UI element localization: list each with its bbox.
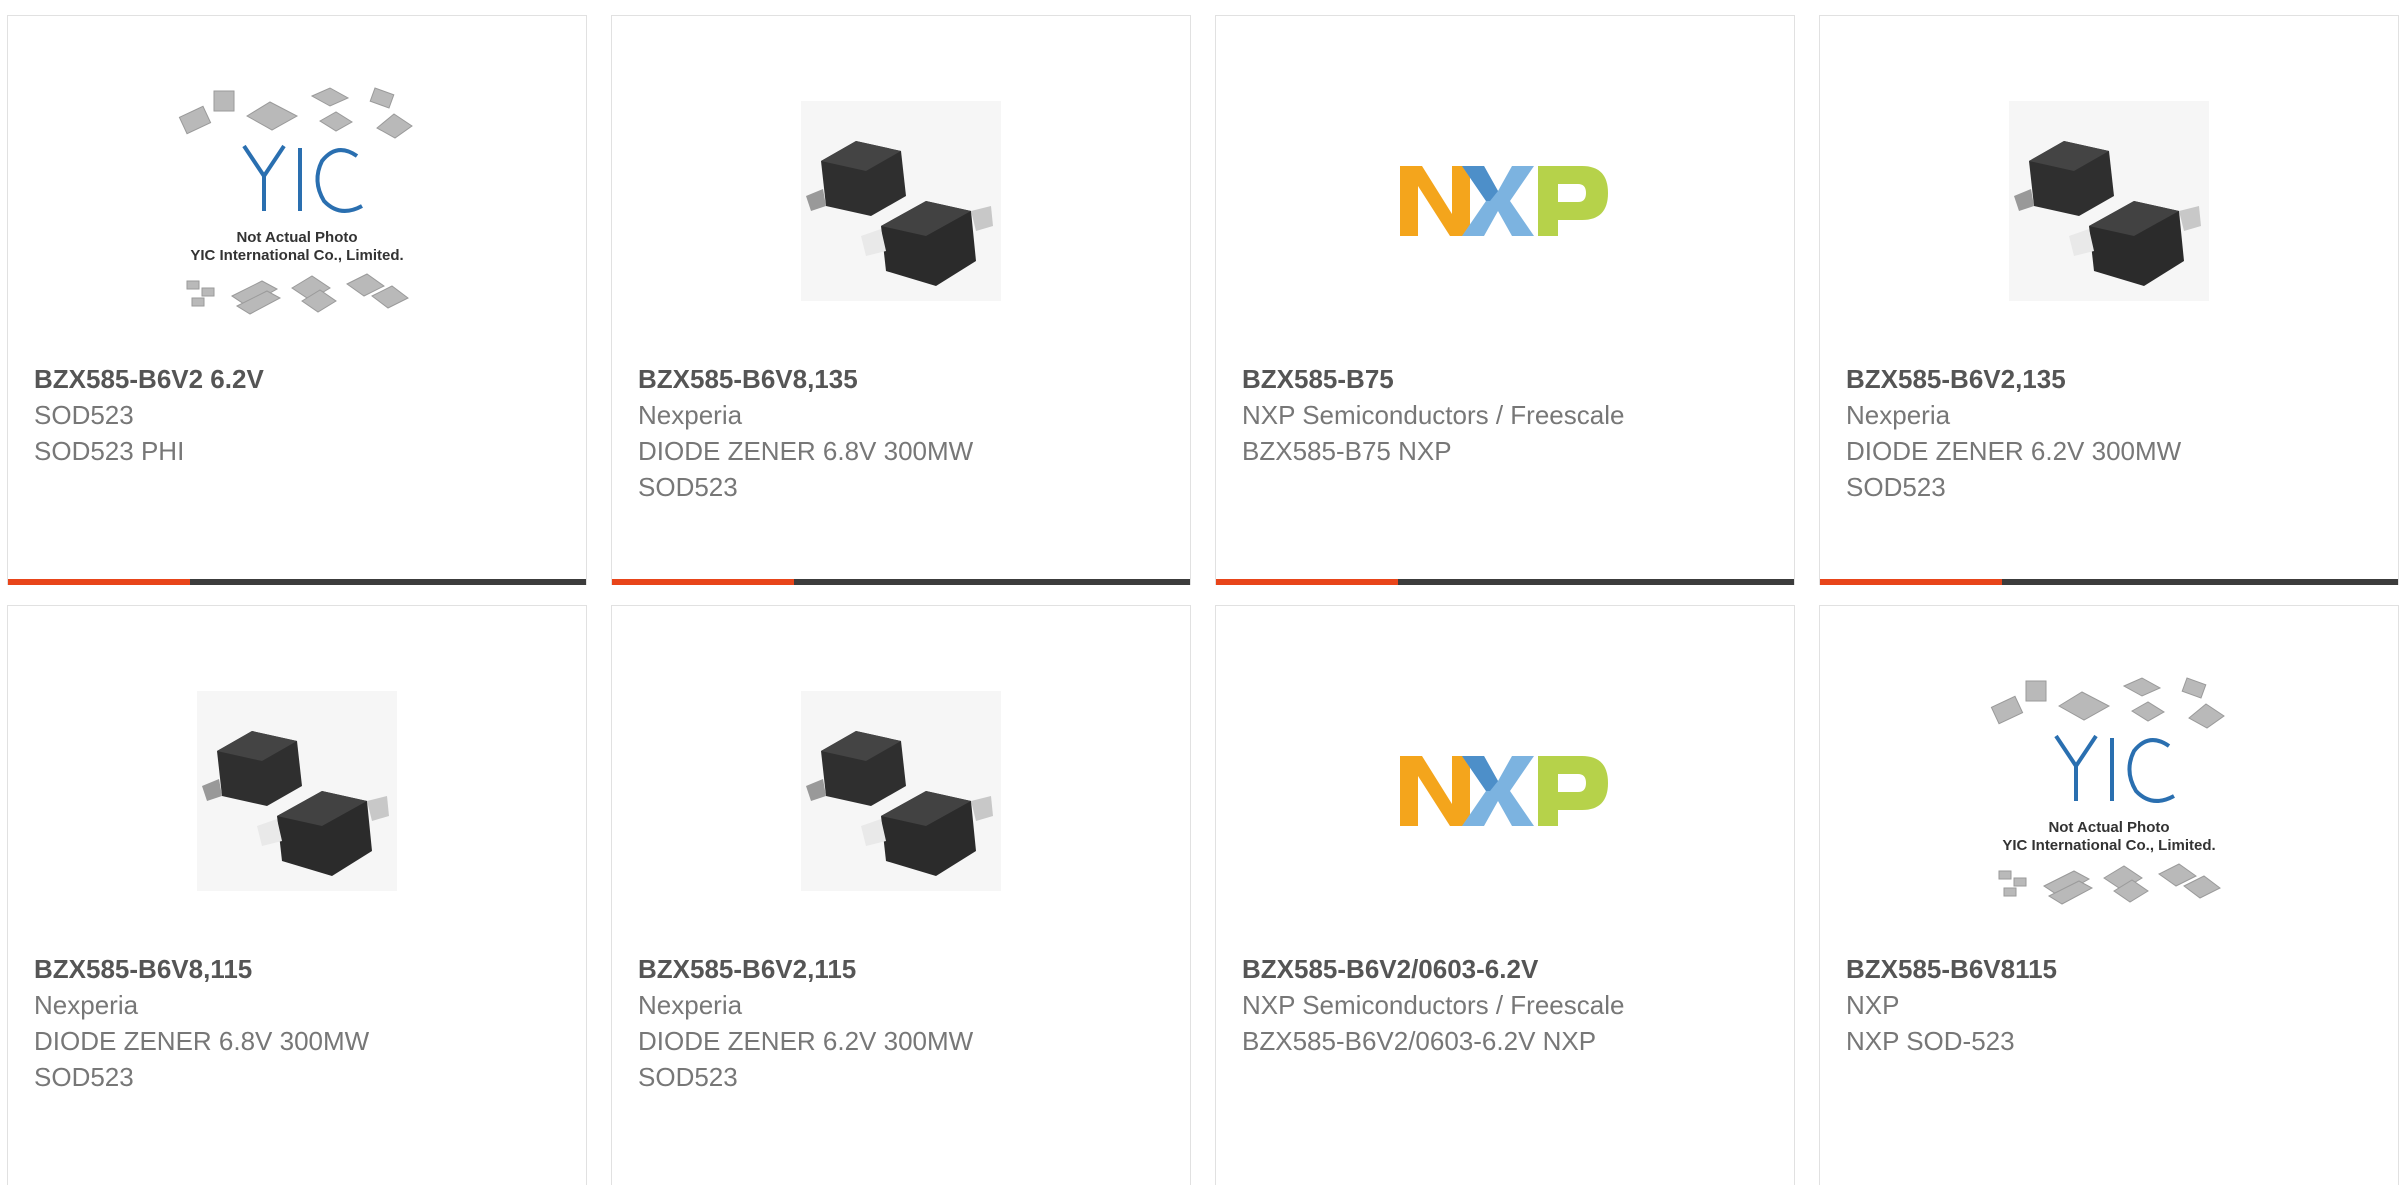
product-card[interactable]: BZX585-B75 NXP Semiconductors / Freescal… bbox=[1215, 15, 1795, 585]
part-number[interactable]: BZX585-B6V2,135 bbox=[1846, 361, 2378, 397]
manufacturer: Nexperia bbox=[638, 400, 743, 430]
product-info: BZX585-B6V8115 NXP NXP SOD-523 bbox=[1846, 951, 2378, 1059]
product-info: BZX585-B6V8,135 Nexperia DIODE ZENER 6.8… bbox=[638, 361, 1170, 505]
product-info: BZX585-B75 NXP Semiconductors / Freescal… bbox=[1242, 361, 1774, 469]
nxp-logo-image bbox=[1400, 756, 1608, 826]
card-bottom-bar bbox=[1820, 579, 2398, 585]
product-card[interactable]: BZX585-B6V8,135 Nexperia DIODE ZENER 6.8… bbox=[611, 15, 1191, 585]
product-info: BZX585-B6V2,115 Nexperia DIODE ZENER 6.2… bbox=[638, 951, 1170, 1095]
yic-placeholder-image: Not Actual Photo YIC International Co., … bbox=[178, 87, 413, 315]
manufacturer: NXP bbox=[1846, 990, 1900, 1020]
part-number[interactable]: BZX585-B6V2/0603-6.2V bbox=[1242, 951, 1774, 987]
product-card[interactable]: BZX585-B6V2,115 Nexperia DIODE ZENER 6.2… bbox=[611, 605, 1191, 1185]
sod523-package-image bbox=[2009, 101, 2209, 301]
product-image[interactable] bbox=[1216, 76, 1794, 326]
card-bottom-bar bbox=[1216, 579, 1794, 585]
manufacturer: Nexperia bbox=[34, 990, 139, 1020]
card-bottom-bar bbox=[612, 579, 1190, 585]
product-card[interactable]: BZX585-B6V8,115 Nexperia DIODE ZENER 6.8… bbox=[7, 605, 587, 1185]
product-info: BZX585-B6V2/0603-6.2V NXP Semiconductors… bbox=[1242, 951, 1774, 1059]
part-number[interactable]: BZX585-B6V2 6.2V bbox=[34, 361, 566, 397]
svg-text:Not Actual Photo: Not Actual Photo bbox=[236, 229, 357, 246]
package: SOD523 bbox=[34, 1062, 134, 1092]
manufacturer: NXP Semiconductors / Freescale bbox=[1242, 400, 1625, 430]
nxp-logo-image bbox=[1400, 166, 1608, 236]
svg-text:YIC International Co., Limited: YIC International Co., Limited. bbox=[190, 247, 403, 264]
accent-bar bbox=[1216, 579, 1398, 585]
package: SOD523 bbox=[638, 472, 738, 502]
product-image[interactable] bbox=[612, 76, 1190, 326]
manufacturer: SOD523 bbox=[34, 400, 134, 430]
sod523-package-image bbox=[801, 101, 1001, 301]
description: SOD523 PHI bbox=[34, 436, 185, 466]
product-info: BZX585-B6V2 6.2V SOD523 SOD523 PHI bbox=[34, 361, 566, 469]
manufacturer: Nexperia bbox=[1846, 400, 1951, 430]
sod523-package-image bbox=[801, 691, 1001, 891]
accent-bar bbox=[612, 579, 794, 585]
product-card[interactable]: Not Actual Photo YIC International Co., … bbox=[7, 15, 587, 585]
product-image[interactable]: Not Actual Photo YIC International Co., … bbox=[8, 76, 586, 326]
part-number[interactable]: BZX585-B6V8115 bbox=[1846, 951, 2378, 987]
svg-text:YIC International Co., Limited: YIC International Co., Limited. bbox=[2002, 837, 2215, 854]
yic-placeholder-image: Not Actual Photo YIC International Co., … bbox=[1990, 677, 2225, 905]
part-number[interactable]: BZX585-B75 bbox=[1242, 361, 1774, 397]
product-image[interactable] bbox=[1820, 76, 2398, 326]
product-image[interactable] bbox=[1216, 666, 1794, 916]
product-card[interactable]: Not Actual Photo YIC International Co., … bbox=[1819, 605, 2399, 1185]
description: BZX585-B6V2/0603-6.2V NXP bbox=[1242, 1026, 1597, 1056]
accent-bar bbox=[1820, 579, 2002, 585]
description: DIODE ZENER 6.8V 300MW bbox=[34, 1026, 370, 1056]
product-info: BZX585-B6V8,115 Nexperia DIODE ZENER 6.8… bbox=[34, 951, 566, 1095]
description: DIODE ZENER 6.2V 300MW bbox=[1846, 436, 2182, 466]
part-number[interactable]: BZX585-B6V2,115 bbox=[638, 951, 1170, 987]
accent-bar bbox=[8, 579, 190, 585]
svg-text:Not Actual Photo: Not Actual Photo bbox=[2048, 819, 2169, 836]
manufacturer: Nexperia bbox=[638, 990, 743, 1020]
product-info: BZX585-B6V2,135 Nexperia DIODE ZENER 6.2… bbox=[1846, 361, 2378, 505]
description: NXP SOD-523 bbox=[1846, 1026, 2015, 1056]
package: SOD523 bbox=[638, 1062, 738, 1092]
part-number[interactable]: BZX585-B6V8,135 bbox=[638, 361, 1170, 397]
sod523-package-image bbox=[197, 691, 397, 891]
description: DIODE ZENER 6.8V 300MW bbox=[638, 436, 974, 466]
product-image[interactable]: Not Actual Photo YIC International Co., … bbox=[1820, 666, 2398, 916]
product-image[interactable] bbox=[612, 666, 1190, 916]
product-card[interactable]: BZX585-B6V2/0603-6.2V NXP Semiconductors… bbox=[1215, 605, 1795, 1185]
product-card[interactable]: BZX585-B6V2,135 Nexperia DIODE ZENER 6.2… bbox=[1819, 15, 2399, 585]
package: SOD523 bbox=[1846, 472, 1946, 502]
product-image[interactable] bbox=[8, 666, 586, 916]
manufacturer: NXP Semiconductors / Freescale bbox=[1242, 990, 1625, 1020]
product-grid: Not Actual Photo YIC International Co., … bbox=[0, 0, 2400, 1185]
description: DIODE ZENER 6.2V 300MW bbox=[638, 1026, 974, 1056]
card-bottom-bar bbox=[8, 579, 586, 585]
part-number[interactable]: BZX585-B6V8,115 bbox=[34, 951, 566, 987]
description: BZX585-B75 NXP bbox=[1242, 436, 1452, 466]
